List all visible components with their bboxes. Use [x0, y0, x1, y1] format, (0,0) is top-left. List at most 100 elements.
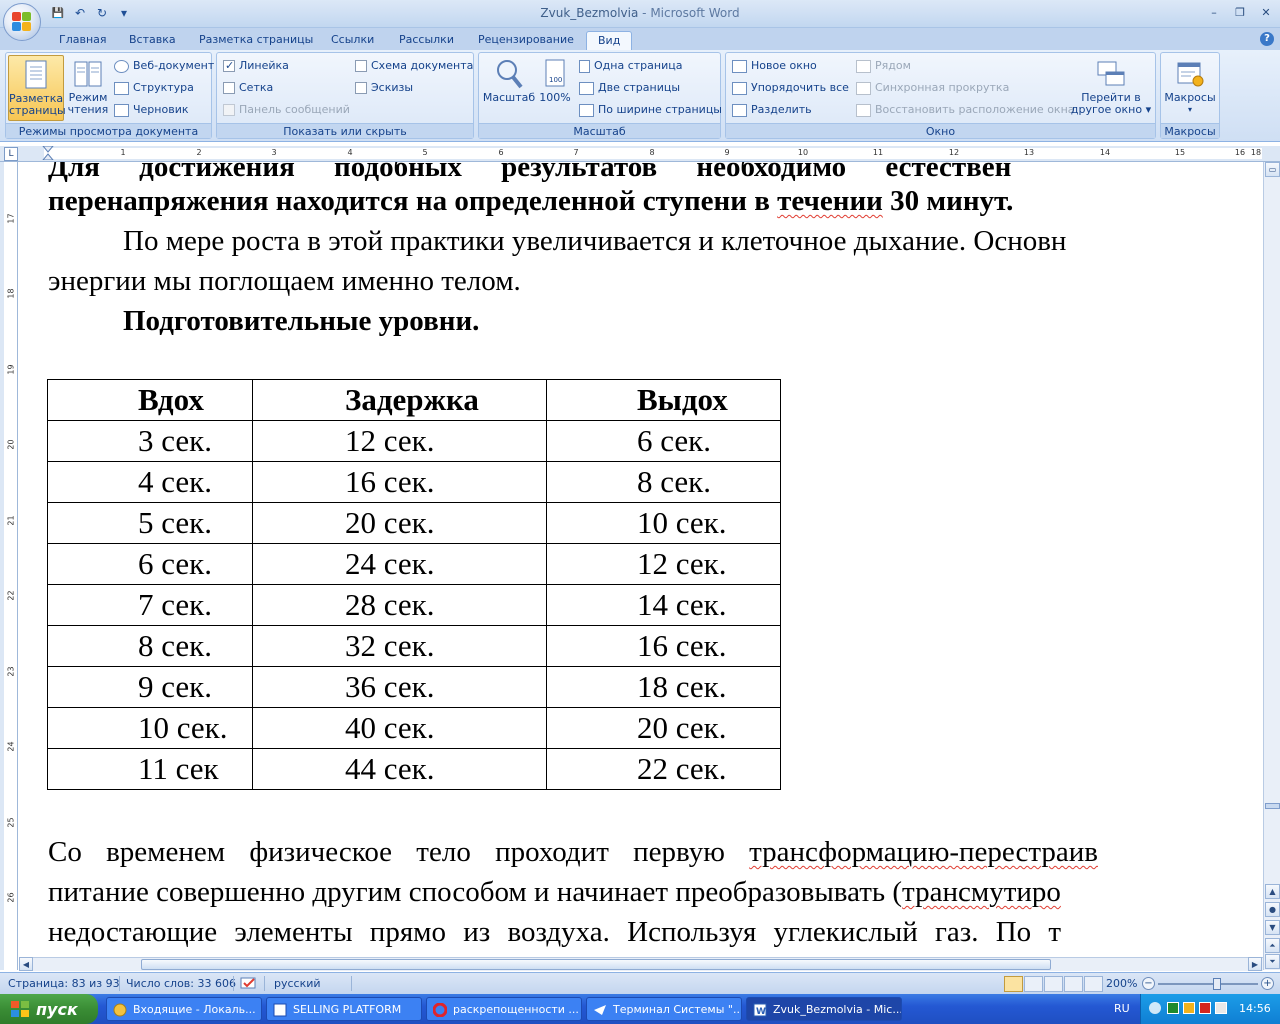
zoom-100-button[interactable]: 100 100%: [537, 55, 573, 121]
horizontal-scroll-thumb[interactable]: [141, 959, 1051, 970]
taskbar-item-inbox[interactable]: Входящие - Локаль...: [106, 997, 262, 1021]
status-reading-icon[interactable]: [1024, 976, 1043, 992]
keyboard-language[interactable]: RU: [1114, 1002, 1130, 1015]
vertical-ruler[interactable]: 17 18 19 20 21 22 23 24 25 26: [4, 162, 18, 970]
zoom-slider-thumb[interactable]: [1213, 978, 1221, 990]
document-page[interactable]: Для достижения подобных результатов необ…: [19, 162, 1263, 959]
page-width-button[interactable]: По ширине страницы: [579, 101, 722, 119]
zoom-in-button[interactable]: +: [1261, 977, 1274, 990]
tab-selector-button[interactable]: L: [4, 147, 18, 161]
zoom-button[interactable]: Масштаб: [481, 55, 537, 121]
horizontal-scrollbar[interactable]: ◀ ▶: [19, 957, 1263, 971]
draft-view-button[interactable]: Черновик: [114, 101, 189, 119]
ribbon-tabs: Главная Вставка Разметка страницы Ссылки…: [0, 28, 1280, 50]
ruler-checkbox[interactable]: Линейка: [223, 57, 289, 75]
status-page-layout-icon[interactable]: [1004, 976, 1023, 992]
page-width-icon: [579, 103, 594, 117]
tab-page-layout[interactable]: Разметка страницы: [188, 31, 324, 50]
tray-app-icon[interactable]: [1183, 1002, 1195, 1014]
scroll-right-icon[interactable]: ▶: [1248, 957, 1262, 971]
outline-icon: [114, 81, 129, 95]
web-layout-button[interactable]: Веб-документ: [114, 57, 214, 75]
next-page-icon[interactable]: ⏷: [1265, 954, 1280, 969]
group-label-show-hide: Показать или скрыть: [217, 123, 473, 138]
taskbar-item-opera[interactable]: раскрепощенности ...: [426, 997, 582, 1021]
spelling-error: трансмутиро: [902, 876, 1061, 908]
zoom-level[interactable]: 200%: [1106, 977, 1137, 990]
tray-security-icon[interactable]: [1215, 1002, 1227, 1014]
tray-antivirus-icon[interactable]: [1199, 1002, 1211, 1014]
table-cell: 3 сек.: [47, 420, 253, 462]
status-outline-icon[interactable]: [1064, 976, 1083, 992]
page-layout-view-button[interactable]: Разметка страницы: [8, 55, 66, 121]
tab-insert[interactable]: Вставка: [118, 31, 187, 50]
close-button[interactable]: ✕: [1254, 3, 1278, 21]
tab-mailings[interactable]: Рассылки: [388, 31, 465, 50]
table-cell: 12 сек.: [252, 420, 547, 462]
full-screen-reading-button[interactable]: Режим чтения: [66, 55, 110, 121]
ruler-label: Линейка: [239, 59, 289, 72]
application-name: Microsoft Word: [650, 6, 740, 20]
zoom-slider[interactable]: [1158, 983, 1258, 985]
thumbnails-checkbox[interactable]: Эскизы: [355, 79, 413, 97]
split-button[interactable]: Разделить: [732, 101, 812, 119]
scroll-down-icon[interactable]: ▼: [1265, 920, 1280, 935]
indent-marker-icon[interactable]: [42, 146, 54, 160]
vertical-scroll-thumb[interactable]: [1265, 803, 1280, 809]
doc-paragraph-line: Со временем физическое тело проходит пер…: [48, 833, 1098, 871]
outlook-icon: [113, 1003, 127, 1017]
table-cell: 32 сек.: [252, 625, 547, 667]
tab-home[interactable]: Главная: [48, 31, 118, 50]
office-button[interactable]: [3, 3, 41, 41]
taskbar-item-word[interactable]: W Zvuk_Bezmolvia - Mic...: [746, 997, 902, 1021]
word-count[interactable]: Число слов: 33 606: [126, 977, 236, 990]
outline-view-button[interactable]: Структура: [114, 79, 194, 97]
spelling-check-icon[interactable]: [240, 977, 258, 991]
ruler-body: 1 2 3 4 5 6 7 8 9 10 11 12 13 14 15 16 1…: [42, 146, 1262, 160]
ruler-toggle-button[interactable]: ▭: [1265, 162, 1280, 177]
two-pages-button[interactable]: Две страницы: [579, 79, 680, 97]
doc-text: 30 минут.: [882, 185, 1014, 217]
previous-page-icon[interactable]: ⏶: [1265, 938, 1280, 953]
start-button[interactable]: пуск: [0, 994, 98, 1024]
tab-review[interactable]: Рецензирование: [467, 31, 585, 50]
document-map-checkbox[interactable]: Схема документа: [355, 57, 473, 75]
page-width-label: По ширине страницы: [598, 103, 722, 116]
tab-references[interactable]: Ссылки: [320, 31, 385, 50]
gridlines-checkbox[interactable]: Сетка: [223, 79, 273, 97]
one-page-button[interactable]: Одна страница: [579, 57, 682, 75]
tray-expand-icon[interactable]: [1149, 1002, 1161, 1014]
language-indicator[interactable]: русский: [274, 977, 321, 990]
table-row: 8 сек. 32 сек. 16 сек.: [47, 625, 781, 667]
scroll-up-icon[interactable]: ▲: [1265, 884, 1280, 899]
switch-windows-button[interactable]: Перейти в другое окно ▾: [1070, 55, 1152, 121]
tray-network-icon[interactable]: [1167, 1002, 1179, 1014]
page-layout-icon: [21, 59, 51, 91]
office-logo-icon: [12, 12, 32, 32]
doc-text: питание совершенно другим способом и нач…: [48, 876, 903, 908]
page-count[interactable]: Страница: 83 из 93: [8, 977, 120, 990]
zoom-out-button[interactable]: −: [1142, 977, 1155, 990]
minimize-button[interactable]: –: [1202, 3, 1226, 21]
new-window-button[interactable]: Новое окно: [732, 57, 817, 75]
vertical-scrollbar[interactable]: ▭ ▲ ● ▼ ⏶ ⏷: [1263, 162, 1280, 970]
status-draft-icon[interactable]: [1084, 976, 1103, 992]
title-separator: -: [638, 6, 651, 20]
clock[interactable]: 14:56: [1239, 1002, 1271, 1015]
restore-button[interactable]: ❐: [1228, 3, 1252, 21]
side-by-side-label: Рядом: [875, 59, 911, 72]
macros-button[interactable]: Макросы ▾: [1163, 55, 1217, 121]
horizontal-ruler[interactable]: L 1 2 3 4 5 6 7 8 9 10 11 12 13 14 15 16…: [0, 146, 1280, 162]
help-icon[interactable]: ?: [1260, 32, 1274, 46]
system-tray: 14:56: [1140, 994, 1280, 1024]
status-web-icon[interactable]: [1044, 976, 1063, 992]
select-browse-object-icon[interactable]: ●: [1265, 902, 1280, 917]
arrange-all-button[interactable]: Упорядочить все: [732, 79, 849, 97]
spelling-error: трансформацию-перестраив: [749, 836, 1098, 868]
table-cell: 11 сек: [47, 748, 253, 790]
table-row: 5 сек. 20 сек. 10 сек.: [47, 502, 781, 544]
scroll-left-icon[interactable]: ◀: [19, 957, 33, 971]
taskbar-item-selling-platform[interactable]: SELLING PLATFORM: [266, 997, 422, 1021]
taskbar-item-terminal[interactable]: Терминал Системы "...: [586, 997, 742, 1021]
tab-view[interactable]: Вид: [586, 31, 633, 50]
